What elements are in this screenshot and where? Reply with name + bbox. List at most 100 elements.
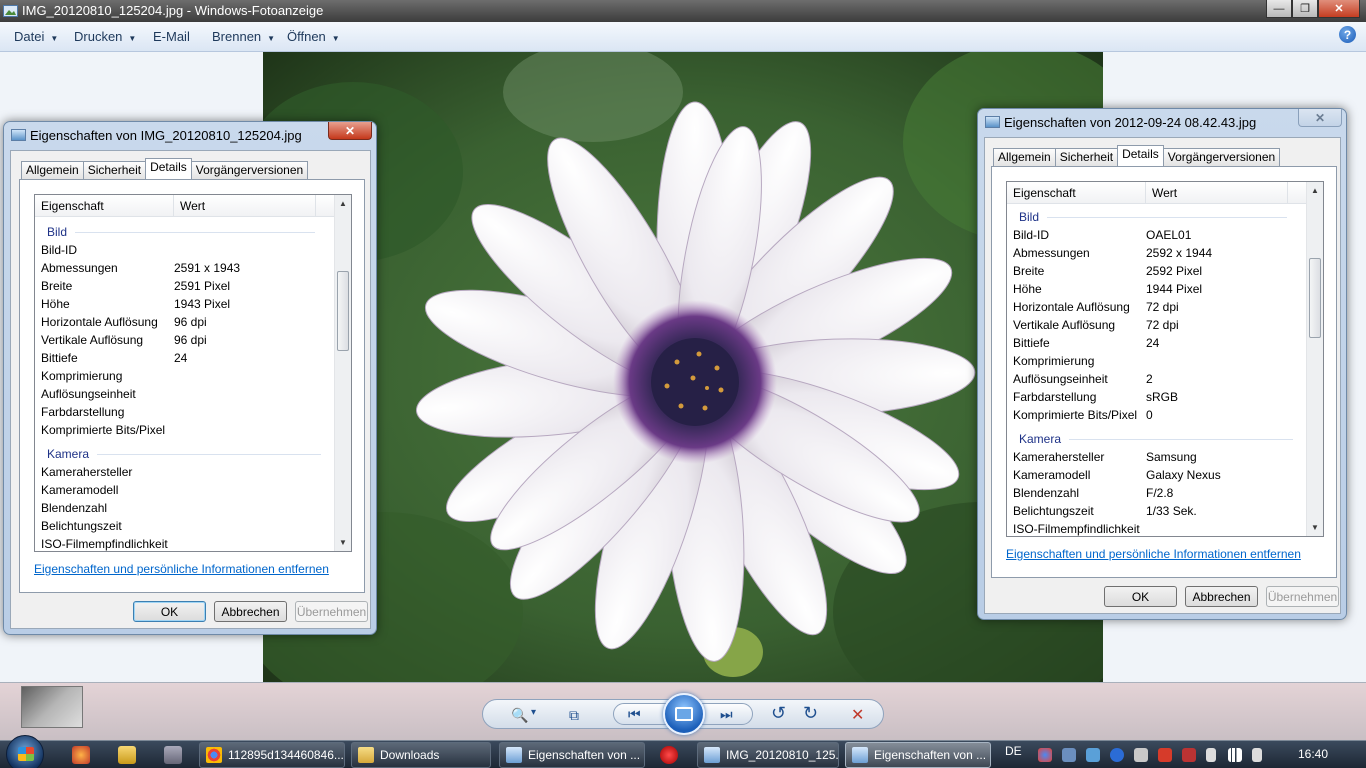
apply-button[interactable]: Übernehmen (1266, 586, 1339, 607)
table-row[interactable]: Komprimierte Bits/Pixel (35, 423, 174, 441)
maximize-button[interactable]: ❐ (1292, 0, 1318, 18)
language-indicator[interactable]: DE (1005, 744, 1022, 758)
next-icon[interactable]: ⏭ (720, 706, 733, 723)
delete-icon[interactable]: ✕ (851, 705, 864, 725)
opera-icon[interactable] (660, 746, 678, 764)
taskbar-item-photo-viewer[interactable]: IMG_20120810_125... (697, 742, 839, 768)
table-row[interactable]: ISO-Filmempfindlichkeit (1007, 522, 1146, 536)
table-row[interactable]: Abmessungen 2592 x 1944 (1007, 246, 1212, 264)
table-row[interactable]: Bittiefe 24 (35, 351, 187, 369)
table-row[interactable]: Farbdarstellung sRGB (1007, 390, 1178, 408)
apply-button[interactable]: Übernehmen (295, 601, 368, 622)
tray-icon[interactable] (1182, 748, 1196, 762)
tray-icon[interactable] (1158, 748, 1172, 762)
rotate-right-icon[interactable]: ↻ (803, 703, 818, 724)
table-row[interactable]: Breite 2592 Pixel (1007, 264, 1202, 282)
slideshow-button[interactable] (663, 693, 705, 735)
tab-allgemein[interactable]: Allgemein (993, 148, 1056, 166)
table-row[interactable]: Blendenzahl (35, 501, 174, 519)
thumbnail-preview[interactable] (21, 686, 83, 728)
volume-icon[interactable] (1252, 748, 1262, 762)
scroll-down-icon[interactable]: ▼ (1311, 523, 1319, 532)
table-row[interactable]: Kameramodell Galaxy Nexus (1007, 468, 1221, 486)
tray-icon[interactable] (1086, 748, 1100, 762)
table-row[interactable]: Kameramodell (35, 483, 174, 501)
tab-vorgaengerversionen[interactable]: Vorgängerversionen (1162, 148, 1281, 166)
property-list[interactable]: Eigenschaft Wert Bild Bild-ID Abmessunge… (34, 194, 352, 552)
start-button[interactable] (6, 735, 44, 768)
table-row[interactable]: Belichtungszeit (35, 519, 174, 537)
dialog-close-button[interactable]: ✕ (1298, 109, 1342, 127)
taskbar-item-properties-1[interactable]: Eigenschaften von ... (499, 742, 645, 768)
table-row[interactable]: Abmessungen 2591 x 1943 (35, 261, 240, 279)
actual-size-icon[interactable]: ⧉ (569, 707, 579, 724)
dialog-close-button[interactable]: ✕ (328, 122, 372, 140)
table-row[interactable]: Horizontale Auflösung 96 dpi (35, 315, 207, 333)
scrollbar-thumb[interactable] (1309, 258, 1321, 338)
tab-allgemein[interactable]: Allgemein (21, 161, 84, 179)
bluetooth-icon[interactable] (1110, 748, 1124, 762)
ok-button[interactable]: OK (1104, 586, 1177, 607)
tab-sicherheit[interactable]: Sicherheit (82, 161, 147, 179)
tray-icon[interactable] (1134, 748, 1148, 762)
media-player-icon[interactable] (118, 746, 136, 764)
help-icon[interactable]: ? (1339, 26, 1356, 43)
ok-button[interactable]: OK (133, 601, 206, 622)
previous-icon[interactable]: ⏮ (628, 706, 641, 723)
table-row[interactable]: Bild-ID (35, 243, 174, 261)
table-row[interactable]: Höhe 1943 Pixel (35, 297, 230, 315)
taskbar-item-chrome[interactable]: 112895d134460846... (199, 742, 345, 768)
tab-details[interactable]: Details (145, 158, 192, 179)
remove-properties-link[interactable]: Eigenschaften und persönliche Informatio… (1006, 547, 1301, 561)
taskbar-item-downloads[interactable]: Downloads (351, 742, 491, 768)
pinned-app-icon[interactable] (164, 746, 182, 764)
tab-vorgaengerversionen[interactable]: Vorgängerversionen (190, 161, 309, 179)
column-header-property[interactable]: Eigenschaft (1007, 182, 1146, 204)
property-list[interactable]: Eigenschaft Wert Bild Bild-ID OAEL01 Abme… (1006, 181, 1324, 537)
table-row[interactable]: ISO-Filmempfindlichkeit (35, 537, 174, 551)
table-row[interactable]: Farbdarstellung (35, 405, 174, 423)
network-icon[interactable] (1228, 748, 1242, 762)
table-row[interactable]: Vertikale Auflösung 72 dpi (1007, 318, 1179, 336)
column-header-property[interactable]: Eigenschaft (35, 195, 174, 217)
table-row[interactable]: Belichtungszeit 1/33 Sek. (1007, 504, 1197, 522)
table-row[interactable]: Bild-ID OAEL01 (1007, 228, 1191, 246)
scroll-up-icon[interactable]: ▲ (339, 199, 347, 208)
cancel-button[interactable]: Abbrechen (214, 601, 287, 622)
minimize-button[interactable]: — (1266, 0, 1292, 18)
menu-email[interactable]: E-Mail (153, 29, 190, 44)
cancel-button[interactable]: Abbrechen (1185, 586, 1258, 607)
scroll-up-icon[interactable]: ▲ (1311, 186, 1319, 195)
table-row[interactable]: Kamerahersteller Samsung (1007, 450, 1197, 468)
table-row[interactable]: Blendenzahl F/2.8 (1007, 486, 1173, 504)
tab-details[interactable]: Details (1117, 145, 1164, 166)
close-button[interactable]: ✕ (1318, 0, 1360, 18)
chevron-down-icon[interactable]: ▾ (531, 707, 536, 718)
table-row[interactable]: Horizontale Auflösung 72 dpi (1007, 300, 1179, 318)
menu-datei[interactable]: Datei ▼ (14, 29, 58, 44)
zoom-icon[interactable]: 🔍 (511, 707, 528, 724)
list-scrollbar[interactable]: ▲ ▼ (1306, 182, 1323, 536)
chrome-tray-icon[interactable] (1038, 748, 1052, 762)
table-row[interactable]: Kamerahersteller (35, 465, 174, 483)
action-center-icon[interactable] (1206, 748, 1216, 762)
menu-oeffnen[interactable]: Öffnen ▼ (287, 29, 340, 44)
column-header-value[interactable]: Wert (174, 195, 316, 217)
tab-sicherheit[interactable]: Sicherheit (1054, 148, 1119, 166)
table-row[interactable]: Komprimierung (1007, 354, 1146, 372)
clock[interactable]: 16:40 (1298, 747, 1328, 761)
remove-properties-link[interactable]: Eigenschaften und persönliche Informatio… (34, 562, 329, 576)
table-row[interactable]: Breite 2591 Pixel (35, 279, 230, 297)
table-row[interactable]: Vertikale Auflösung 96 dpi (35, 333, 207, 351)
column-header-value[interactable]: Wert (1146, 182, 1288, 204)
table-row[interactable]: Auflösungseinheit (35, 387, 174, 405)
list-scrollbar[interactable]: ▲ ▼ (334, 195, 351, 551)
table-row[interactable]: Höhe 1944 Pixel (1007, 282, 1202, 300)
scrollbar-thumb[interactable] (337, 271, 349, 351)
rotate-left-icon[interactable]: ↺ (771, 703, 786, 724)
taskbar-item-properties-2[interactable]: Eigenschaften von ... (845, 742, 991, 768)
firefox-icon[interactable] (72, 746, 90, 764)
table-row[interactable]: Komprimierte Bits/Pixel 0 (1007, 408, 1153, 426)
table-row[interactable]: Auflösungseinheit 2 (1007, 372, 1153, 390)
table-row[interactable]: Komprimierung (35, 369, 174, 387)
